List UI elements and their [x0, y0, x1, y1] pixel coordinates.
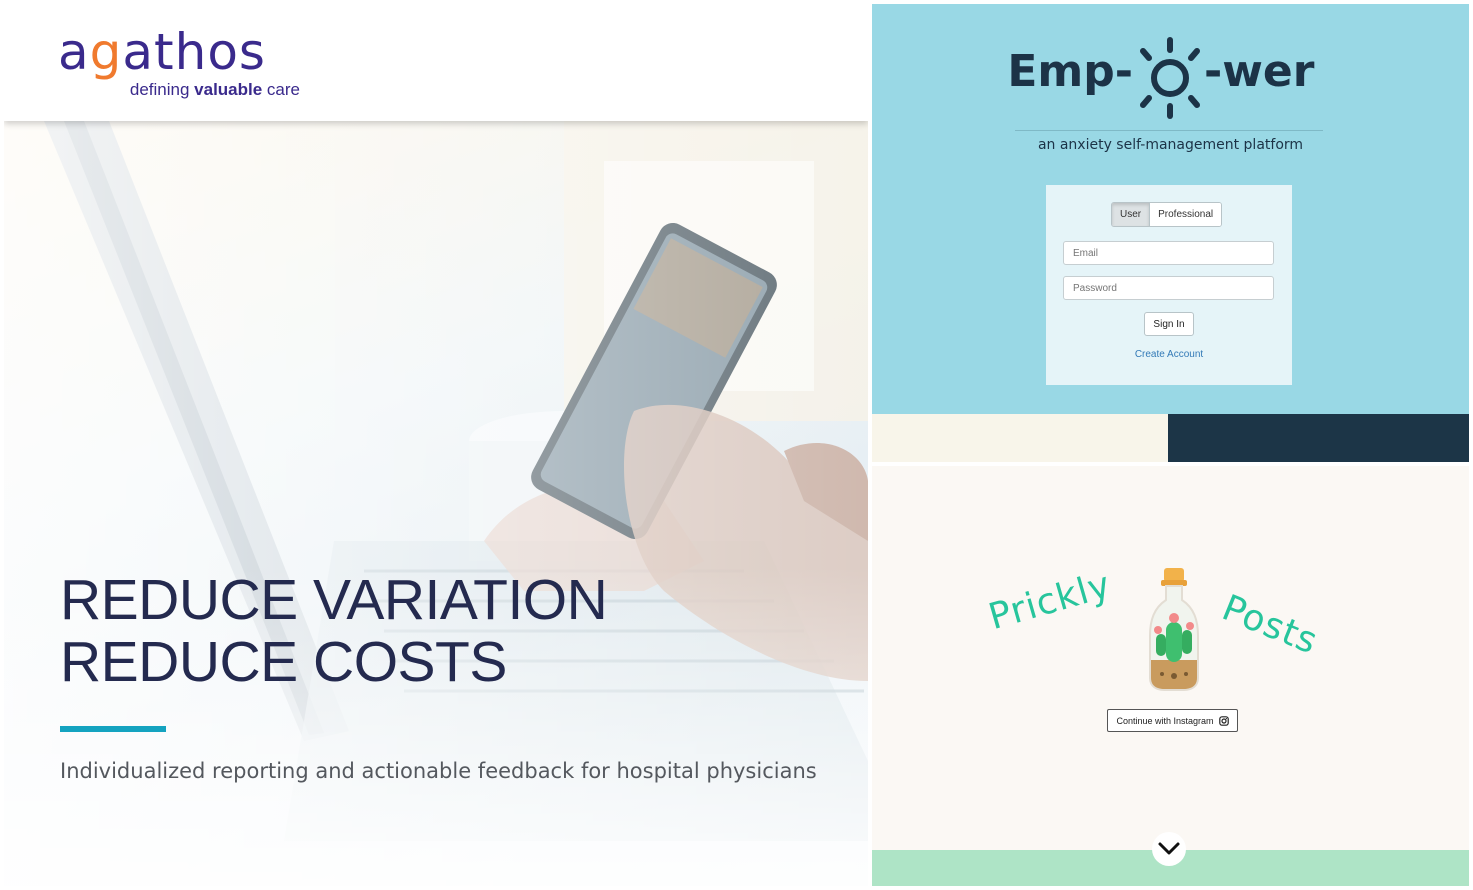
sign-in-button[interactable]: Sign In [1144, 312, 1194, 336]
prickly-logo: Prickly Posts [982, 556, 1362, 696]
headline-line-1: REDUCE VARIATION [60, 568, 608, 632]
hero-headline: REDUCE VARIATION REDUCE COSTS [60, 568, 608, 694]
role-toggle: User Professional [1111, 202, 1223, 227]
title-word-right: Posts [1216, 587, 1324, 663]
empower-panel: Emp- -wer an anxiety self-management pla… [872, 4, 1469, 462]
headline-line-2: REDUCE COSTS [60, 630, 507, 694]
logo-text-left: Emp- [1007, 46, 1133, 97]
empower-tagline: an anxiety self-management platform [1037, 137, 1304, 153]
footer-strip-dark [1168, 414, 1469, 462]
footer-strip-light [872, 414, 1168, 462]
title-word-left: Prickly [984, 564, 1116, 639]
tagline-bold: valuable [194, 80, 263, 99]
sun-icon [1140, 37, 1200, 119]
tagline-pre: defining [129, 80, 195, 99]
role-professional-button[interactable]: Professional [1150, 203, 1222, 226]
site-header: agathos defining valuable care [4, 4, 868, 121]
logo-text-right: -wer [1204, 46, 1315, 97]
role-user-button[interactable]: User [1112, 203, 1151, 226]
tagline-divider [1015, 130, 1323, 131]
agathos-panel: agathos defining valuable care REDUCE VA… [4, 4, 868, 886]
prickly-posts-panel: Prickly Posts Continue with Instagram [872, 466, 1469, 886]
tagline-post: care [262, 80, 300, 99]
chevron-down-icon [1158, 842, 1180, 855]
hero-subheadline: Individualized reporting and actionable … [60, 759, 817, 783]
continue-with-instagram-button[interactable]: Continue with Instagram [1107, 709, 1238, 732]
logo-tagline: defining valuable care [130, 80, 300, 100]
instagram-icon [1218, 715, 1229, 726]
empower-logo: Emp- -wer [872, 34, 1469, 124]
logo-part-athos: athos [122, 23, 266, 81]
logo-part-g: g [89, 23, 123, 81]
create-account-link[interactable]: Create Account [1046, 349, 1292, 360]
continue-label: Continue with Instagram [1116, 715, 1214, 726]
cactus-bottle-icon [1149, 568, 1199, 691]
scroll-down-button[interactable] [1152, 832, 1186, 866]
email-field[interactable] [1063, 241, 1274, 265]
logo-part-a: a [58, 23, 90, 81]
logo-wordmark: agathos [58, 22, 266, 82]
password-field[interactable] [1063, 276, 1274, 300]
agathos-logo[interactable]: agathos defining valuable care [58, 22, 308, 102]
accent-rule [60, 726, 166, 732]
login-form: User Professional Sign In Create Account [1046, 185, 1292, 385]
